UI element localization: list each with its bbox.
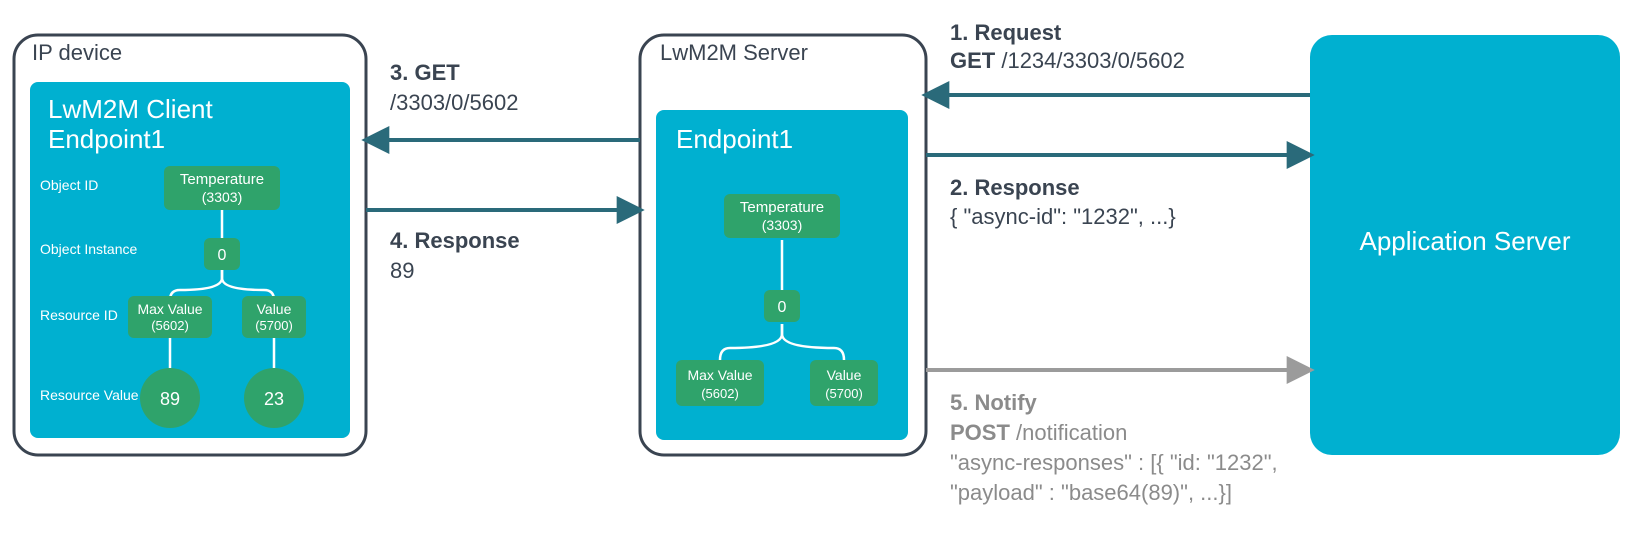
- res1-id: (5602): [151, 318, 189, 333]
- msg1-line: GET /1234/3303/0/5602: [950, 48, 1185, 73]
- row-resource-value: Resource Value: [40, 387, 139, 403]
- srv-res1-name: Max Value: [687, 367, 752, 383]
- srv-res2-id: (5700): [825, 386, 863, 401]
- msg4-body: 89: [390, 258, 414, 283]
- msg5-hdr: 5. Notify: [950, 390, 1038, 415]
- app-server-title: Application Server: [1360, 226, 1571, 256]
- res2-id: (5700): [255, 318, 293, 333]
- row-resource-id: Resource ID: [40, 307, 118, 323]
- srv-res2-name: Value: [827, 367, 862, 383]
- row-object-instance: Object Instance: [40, 241, 137, 257]
- val2: 23: [264, 389, 284, 409]
- msg1-hdr: 1. Request: [950, 20, 1062, 45]
- res1-name: Max Value: [137, 301, 202, 317]
- msg3-hdr: 3. GET: [390, 60, 460, 85]
- obj-id: (3303): [202, 189, 242, 205]
- srv-obj-id: (3303): [762, 217, 802, 233]
- srv-obj-name: Temperature: [740, 199, 824, 216]
- msg5-line: POST /notification: [950, 420, 1127, 445]
- msg5-body2: "payload" : "base64(89)", ...}]: [950, 480, 1232, 505]
- srv-res1-id: (5602): [701, 386, 739, 401]
- ip-device-title: IP device: [32, 40, 122, 65]
- server-endpoint-title: Endpoint1: [676, 124, 793, 154]
- res2-name: Value: [257, 301, 292, 317]
- msg5-body1: "async-responses" : [{ "id: "1232",: [950, 450, 1278, 475]
- msg2-hdr: 2. Response: [950, 175, 1080, 200]
- srv-instance: 0: [778, 299, 787, 316]
- row-object-id: Object ID: [40, 177, 98, 193]
- server-title: LwM2M Server: [660, 40, 808, 65]
- msg3-path: /3303/0/5602: [390, 90, 518, 115]
- msg2-body: { "async-id": "1232", ...}: [950, 204, 1176, 229]
- lwm2m-server-box: LwM2M Server Endpoint1 Temperature (3303…: [640, 35, 926, 455]
- application-server-box: Application Server: [1310, 35, 1620, 455]
- client-title-1: LwM2M Client: [48, 94, 213, 124]
- ip-device-box: IP device LwM2M Client Endpoint1 Object …: [14, 35, 366, 455]
- msg4-hdr: 4. Response: [390, 228, 520, 253]
- val1: 89: [160, 389, 180, 409]
- obj-instance: 0: [218, 247, 227, 264]
- client-title-2: Endpoint1: [48, 124, 165, 154]
- obj-name: Temperature: [180, 171, 264, 188]
